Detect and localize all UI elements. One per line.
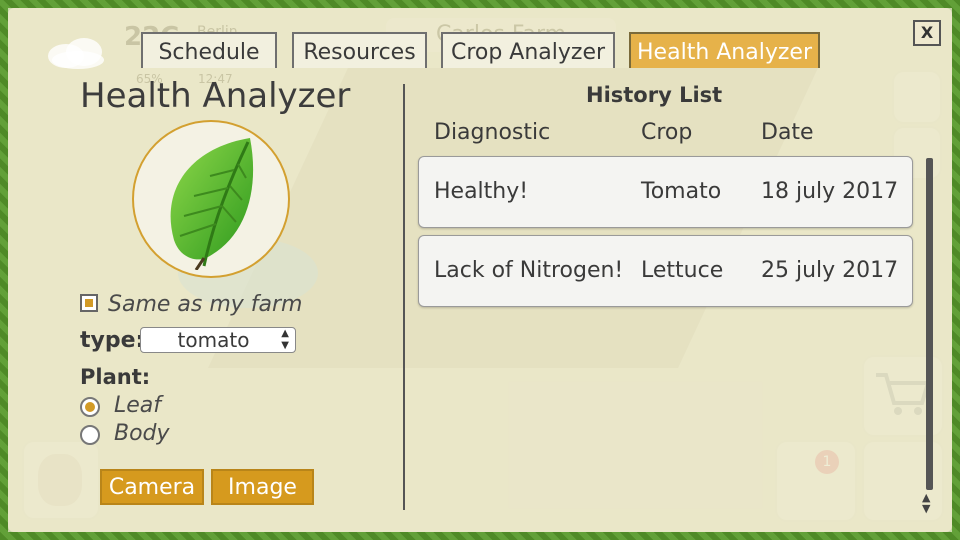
history-scrollbar[interactable] [926,158,933,490]
panel-divider [403,84,405,510]
same-as-farm-label: Same as my farm [108,292,303,317]
close-button[interactable]: X [913,20,941,46]
camera-button[interactable]: Camera [100,469,204,505]
radio-body-label: Body [114,421,170,446]
row-crop: Lettuce [641,258,724,283]
leaf-icon [170,138,254,270]
weather-cloud-icon [48,38,104,69]
same-as-farm-checkbox[interactable] [80,294,98,312]
type-label: type: [80,328,145,353]
column-header-date: Date [761,120,814,145]
image-button[interactable]: Image [211,469,314,505]
plant-label: Plant: [80,365,151,389]
select-arrows-icon: ▲ ▼ [281,328,289,351]
crop-type-select[interactable]: tomato ▲ ▼ [140,327,296,353]
row-date: 18 july 2017 [761,179,899,204]
tab-health-analyzer[interactable]: Health Analyzer [629,32,820,68]
tab-crop-analyzer[interactable]: Crop Analyzer [441,32,615,68]
tab-schedule[interactable]: Schedule [141,32,277,68]
crop-type-value: tomato [177,328,250,352]
column-header-diagnostic: Diagnostic [434,120,551,145]
row-date: 25 july 2017 [761,258,899,283]
radio-body[interactable] [80,425,100,445]
history-row[interactable]: Healthy! Tomato 18 july 2017 [418,156,913,228]
row-crop: Tomato [641,179,722,204]
tab-resources[interactable]: Resources [292,32,427,68]
row-diagnostic: Healthy! [434,179,529,204]
radio-leaf[interactable] [80,397,100,417]
history-row[interactable]: Lack of Nitrogen! Lettuce 25 july 2017 [418,235,913,307]
row-diagnostic: Lack of Nitrogen! [434,258,624,283]
column-header-crop: Crop [641,120,693,145]
radio-leaf-label: Leaf [114,393,162,418]
page-title: Health Analyzer [80,76,351,116]
history-list-title: History List [586,83,723,107]
scroll-arrows-icon[interactable]: ▲ ▼ [922,492,930,514]
